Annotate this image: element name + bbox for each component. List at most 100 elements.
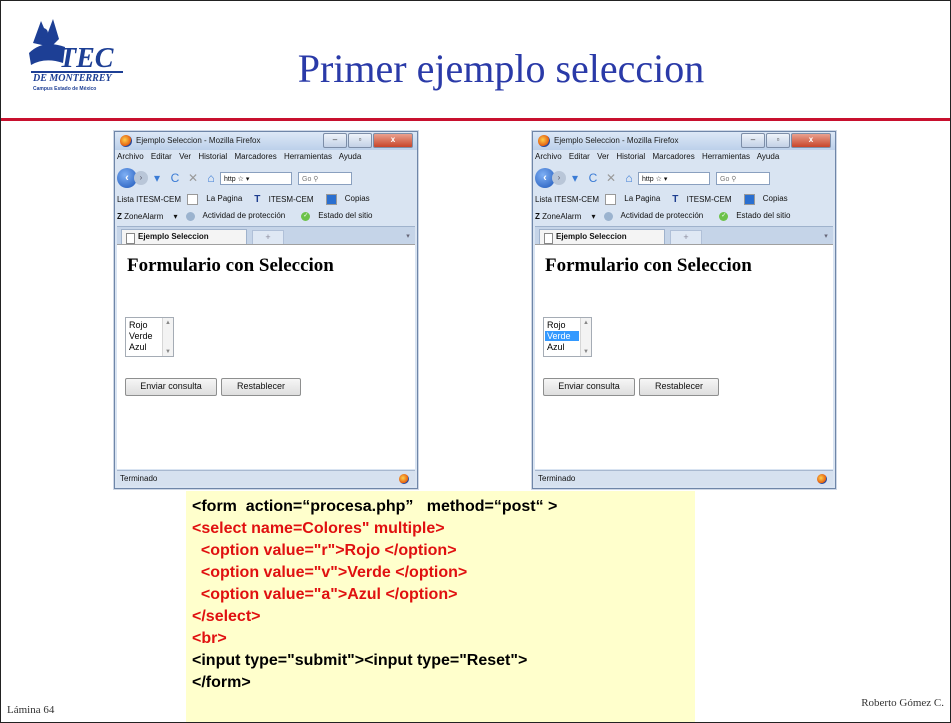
menu-ver[interactable]: Ver xyxy=(597,152,609,161)
option-rojo[interactable]: Rojo xyxy=(545,320,579,330)
bookmark-label: ITESM-CEM xyxy=(268,194,314,204)
tab-ejemplo-seleccion[interactable]: Ejemplo Seleccion xyxy=(121,229,247,244)
bookmark-itesm[interactable]: T ITESM-CEM xyxy=(672,194,737,205)
stop-icon[interactable]: ✕ xyxy=(602,171,620,185)
estado-label: Estado del sitio xyxy=(736,211,791,221)
actividad-button[interactable]: Actividad de protección xyxy=(603,211,712,221)
menu-historial[interactable]: Historial xyxy=(198,152,227,161)
maximize-button[interactable]: ▫ xyxy=(766,133,790,148)
menu-marcadores[interactable]: Marcadores xyxy=(652,152,694,161)
status-bar: Terminado xyxy=(117,470,415,486)
submit-button[interactable]: Enviar consulta xyxy=(543,378,635,396)
minimize-button[interactable]: – xyxy=(741,133,765,148)
colores-select[interactable]: Rojo Verde Azul ▲ ▼ xyxy=(543,317,592,357)
title-divider xyxy=(1,118,950,121)
code-line-option-azul: <option value="a">Azul </option> xyxy=(192,586,458,603)
colores-select[interactable]: Rojo Verde Azul ▲ ▼ xyxy=(125,317,174,357)
option-verde[interactable]: Verde xyxy=(545,331,579,341)
code-line-option-rojo: <option value="r">Rojo </option> xyxy=(192,542,457,559)
bookmark-lista[interactable]: Lista ITESM-CEM xyxy=(535,195,599,204)
scroll-up-icon[interactable]: ▲ xyxy=(165,320,171,326)
scroll-down-icon[interactable]: ▼ xyxy=(583,349,589,355)
firefox-status-icon xyxy=(817,474,827,484)
code-line-br: <br> xyxy=(192,630,227,647)
search-input[interactable]: Go ⚲ xyxy=(716,171,770,185)
menu-ayuda[interactable]: Ayuda xyxy=(339,152,362,161)
home-icon[interactable]: ⌂ xyxy=(620,171,638,185)
new-tab-button[interactable]: + xyxy=(670,230,702,245)
menu-historial[interactable]: Historial xyxy=(616,152,645,161)
scroll-up-icon[interactable]: ▲ xyxy=(583,320,589,326)
menu-editar[interactable]: Editar xyxy=(151,152,172,161)
url-input[interactable]: http ☆ ▾ xyxy=(220,171,292,185)
option-rojo[interactable]: Rojo xyxy=(127,320,161,330)
menu-herramientas[interactable]: Herramientas xyxy=(702,152,750,161)
estado-button[interactable]: ✓ Estado del sitio xyxy=(301,211,380,221)
menu-ver[interactable]: Ver xyxy=(179,152,191,161)
window-titlebar[interactable]: Ejemplo Seleccion - Mozilla Firefox – ▫ … xyxy=(533,132,835,150)
zonealarm-button[interactable]: Z ZoneAlarm ▾ xyxy=(117,212,178,221)
bookmark-itesm[interactable]: T ITESM-CEM xyxy=(254,194,319,205)
menu-archivo[interactable]: Archivo xyxy=(535,152,562,161)
forward-arrow-icon[interactable]: › xyxy=(552,171,566,185)
reset-button[interactable]: Restablecer xyxy=(639,378,719,396)
search-input[interactable]: Go ⚲ xyxy=(298,171,352,185)
page-heading: Formulario con Seleccion xyxy=(545,255,752,276)
reset-button[interactable]: Restablecer xyxy=(221,378,301,396)
scroll-down-icon[interactable]: ▼ xyxy=(165,349,171,355)
code-line-form-open: <form action=“procesa.php” method=“post“… xyxy=(192,498,558,515)
url-text: http xyxy=(642,175,654,183)
copias-icon xyxy=(743,193,755,205)
reload-icon[interactable]: C xyxy=(584,171,602,185)
home-icon[interactable]: ⌂ xyxy=(202,171,220,185)
bookmark-lista[interactable]: Lista ITESM-CEM xyxy=(117,195,181,204)
slide-number: Lámina 64 xyxy=(7,704,55,716)
option-verde[interactable]: Verde xyxy=(127,331,161,341)
option-azul[interactable]: Azul xyxy=(545,342,579,352)
menu-editar[interactable]: Editar xyxy=(569,152,590,161)
firefox-status-icon xyxy=(399,474,409,484)
new-tab-button[interactable]: + xyxy=(252,230,284,245)
forward-arrow-icon[interactable]: › xyxy=(134,171,148,185)
actividad-button[interactable]: Actividad de protección xyxy=(185,211,294,221)
tab-list-icon[interactable]: ▾ xyxy=(403,230,413,243)
menu-marcadores[interactable]: Marcadores xyxy=(234,152,276,161)
bookmark-copias[interactable]: Copias xyxy=(325,193,376,205)
zonealarm-toolbar: Z ZoneAlarm ▾ Actividad de protección ✓ E… xyxy=(535,209,833,223)
menu-archivo[interactable]: Archivo xyxy=(117,152,144,161)
search-text: Go xyxy=(720,175,730,183)
menu-herramientas[interactable]: Herramientas xyxy=(284,152,332,161)
tab-list-icon[interactable]: ▾ xyxy=(821,230,831,243)
shield-icon xyxy=(603,211,613,221)
minimize-button[interactable]: – xyxy=(323,133,347,148)
tab-label: Ejemplo Seleccion xyxy=(556,232,627,241)
bookmark-la-pagina[interactable]: La Pagina xyxy=(605,193,666,205)
option-azul[interactable]: Azul xyxy=(127,342,161,352)
check-icon: ✓ xyxy=(719,211,729,221)
reload-icon[interactable]: C xyxy=(166,171,184,185)
select-scrollbar[interactable]: ▲ ▼ xyxy=(580,318,591,356)
close-button[interactable]: x xyxy=(791,133,831,148)
dropdown-arrow-icon[interactable]: ▾ xyxy=(566,171,584,185)
select-scrollbar[interactable]: ▲ ▼ xyxy=(162,318,173,356)
code-box: <form action=“procesa.php” method=“post“… xyxy=(186,491,695,722)
estado-button[interactable]: ✓ Estado del sitio xyxy=(719,211,798,221)
bookmark-copias[interactable]: Copias xyxy=(743,193,794,205)
submit-button[interactable]: Enviar consulta xyxy=(125,378,217,396)
maximize-button[interactable]: ▫ xyxy=(348,133,372,148)
window-titlebar[interactable]: Ejemplo Seleccion - Mozilla Firefox – ▫ … xyxy=(115,132,417,150)
actividad-label: Actividad de protección xyxy=(620,211,704,221)
tec-logo: TEC DE MONTERREY Campus Estado de México xyxy=(29,19,123,92)
tab-ejemplo-seleccion[interactable]: Ejemplo Seleccion xyxy=(539,229,665,244)
stop-icon[interactable]: ✕ xyxy=(184,171,202,185)
menu-ayuda[interactable]: Ayuda xyxy=(757,152,780,161)
bookmarks-toolbar: Lista ITESM-CEM La Pagina T ITESM-CEM Co… xyxy=(117,192,415,206)
firefox-window-2: Ejemplo Seleccion - Mozilla Firefox – ▫ … xyxy=(532,131,836,489)
bookmark-la-pagina[interactable]: La Pagina xyxy=(187,193,248,205)
url-input[interactable]: http ☆ ▾ xyxy=(638,171,710,185)
page-content: Formulario con Seleccion Rojo Verde Azul… xyxy=(117,244,415,469)
zonealarm-button[interactable]: Z ZoneAlarm ▾ xyxy=(535,212,596,221)
close-button[interactable]: x xyxy=(373,133,413,148)
zonealarm-label: ZoneAlarm xyxy=(542,211,582,221)
dropdown-arrow-icon[interactable]: ▾ xyxy=(148,171,166,185)
